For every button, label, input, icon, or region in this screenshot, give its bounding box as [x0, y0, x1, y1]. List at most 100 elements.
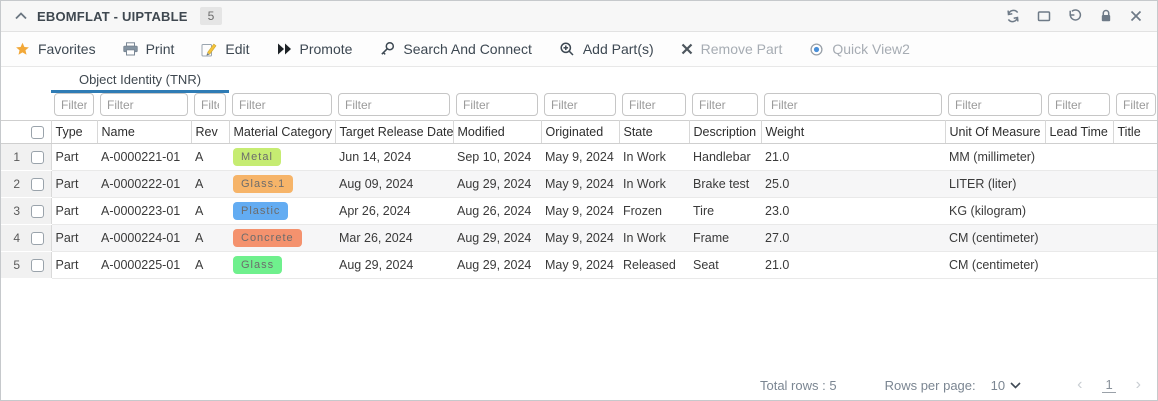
table-row[interactable]: 4 Part A-0000224-01 A Concrete Mar 26, 2…	[1, 225, 1158, 252]
table-row[interactable]: 2 Part A-0000222-01 A Glass.1 Aug 09, 20…	[1, 171, 1158, 198]
star-icon	[15, 42, 30, 56]
cell-rev: A	[191, 144, 229, 171]
toolbar-item-label: Favorites	[38, 41, 96, 57]
cell-originated: May 9, 2024	[541, 252, 619, 279]
search-and-connect-button[interactable]: Search And Connect	[379, 41, 531, 57]
cell-type: Part	[51, 225, 97, 252]
remove-part-button[interactable]: Remove Part	[681, 41, 783, 57]
rows-per-page-label: Rows per page:	[885, 378, 976, 393]
toolbar-item-label: Promote	[300, 41, 353, 57]
quick-view2-button[interactable]: Quick View2	[809, 41, 910, 57]
cell-title	[1113, 144, 1158, 171]
prev-page-button[interactable]: ‹	[1077, 377, 1082, 393]
table-row[interactable]: 1 Part A-0000221-01 A Metal Jun 14, 2024…	[1, 144, 1158, 171]
row-checkbox[interactable]	[31, 151, 44, 164]
title-bar: EBOMFLAT - UIPTABLE 5	[1, 1, 1157, 32]
row-checkbox[interactable]	[31, 259, 44, 272]
close-icon[interactable]	[1129, 9, 1143, 23]
cell-unit-of-measure: LITER (liter)	[945, 171, 1045, 198]
filter-input-target-release-date[interactable]	[338, 93, 450, 116]
table-row[interactable]: 5 Part A-0000225-01 A Glass Aug 29, 2024…	[1, 252, 1158, 279]
filter-input-modified[interactable]	[456, 93, 538, 116]
cell-name: A-0000222-01	[97, 171, 191, 198]
cell-material-category: Metal	[229, 144, 335, 171]
cell-unit-of-measure: MM (millimeter)	[945, 144, 1045, 171]
row-number: 2	[1, 171, 25, 198]
restore-window-icon[interactable]	[1036, 8, 1052, 24]
toolbar: Favorites Print Edit Promote	[1, 32, 1157, 67]
filter-input-type[interactable]	[54, 93, 94, 116]
row-checkbox[interactable]	[31, 232, 44, 245]
column-header-description[interactable]: Description	[689, 121, 761, 144]
cell-lead-time	[1045, 252, 1113, 279]
current-page[interactable]: 1	[1102, 377, 1115, 393]
filter-input-lead-time[interactable]	[1048, 93, 1110, 116]
app-window: EBOMFLAT - UIPTABLE 5	[0, 0, 1158, 401]
column-header-unit-of-measure[interactable]: Unit Of Measure	[945, 121, 1045, 144]
cell-originated: May 9, 2024	[541, 198, 619, 225]
undo-icon[interactable]	[1067, 8, 1083, 24]
favorites-button[interactable]: Favorites	[15, 41, 96, 57]
column-header-type[interactable]: Type	[51, 121, 97, 144]
table-row[interactable]: 3 Part A-0000223-01 A Plastic Apr 26, 20…	[1, 198, 1158, 225]
row-checkbox[interactable]	[31, 178, 44, 191]
next-page-button[interactable]: ›	[1136, 377, 1141, 393]
refresh-icon[interactable]	[1005, 8, 1021, 24]
edit-button[interactable]: Edit	[201, 41, 249, 57]
filter-spacer	[25, 90, 51, 121]
filter-input-rev[interactable]	[194, 93, 226, 116]
select-all-checkbox[interactable]	[31, 126, 44, 139]
column-header-lead-time[interactable]: Lead Time	[1045, 121, 1113, 144]
filter-input-title[interactable]	[1116, 93, 1156, 116]
edit-pencil-icon	[201, 42, 217, 57]
collapse-chevron-up-icon[interactable]	[15, 12, 27, 20]
cell-target-release-date: Jun 14, 2024	[335, 144, 453, 171]
cell-weight: 21.0	[761, 144, 945, 171]
filter-input-state[interactable]	[622, 93, 686, 116]
rows-per-page-value: 10	[991, 378, 1005, 393]
cell-lead-time	[1045, 171, 1113, 198]
radio-dot-icon	[809, 42, 824, 57]
cell-unit-of-measure: CM (centimeter)	[945, 225, 1045, 252]
chevron-down-icon	[1010, 382, 1021, 389]
cell-material-category: Plastic	[229, 198, 335, 225]
cell-weight: 27.0	[761, 225, 945, 252]
column-header-weight[interactable]: Weight	[761, 121, 945, 144]
promote-button[interactable]: Promote	[277, 41, 353, 57]
column-header-modified[interactable]: Modified	[453, 121, 541, 144]
column-header-name[interactable]: Name	[97, 121, 191, 144]
filter-input-name[interactable]	[100, 93, 188, 116]
filter-input-weight[interactable]	[764, 93, 942, 116]
filter-input-material-category[interactable]	[232, 93, 332, 116]
filter-input-description[interactable]	[692, 93, 758, 116]
print-button[interactable]: Print	[123, 41, 175, 57]
row-number: 3	[1, 198, 25, 225]
cell-material-category: Concrete	[229, 225, 335, 252]
rows-per-page-select[interactable]: 10	[991, 378, 1021, 393]
filter-row	[1, 90, 1158, 121]
filter-input-originated[interactable]	[544, 93, 616, 116]
column-header-rev[interactable]: Rev	[191, 121, 229, 144]
column-header-target-release-date[interactable]: Target Release Date	[335, 121, 453, 144]
row-checkbox[interactable]	[31, 205, 44, 218]
column-header-material-category[interactable]: Material Category	[229, 121, 335, 144]
material-badge: Glass.1	[233, 175, 293, 193]
cell-rev: A	[191, 171, 229, 198]
cell-state: Released	[619, 252, 689, 279]
header-checkbox-cell	[25, 121, 51, 144]
column-header-originated[interactable]: Originated	[541, 121, 619, 144]
material-badge: Concrete	[233, 229, 302, 247]
cell-title	[1113, 198, 1158, 225]
cell-name: A-0000221-01	[97, 144, 191, 171]
cell-description: Brake test	[689, 171, 761, 198]
double-arrow-right-icon	[277, 43, 292, 55]
column-header-state[interactable]: State	[619, 121, 689, 144]
filter-input-unit-of-measure[interactable]	[948, 93, 1042, 116]
cell-weight: 21.0	[761, 252, 945, 279]
lock-icon[interactable]	[1098, 8, 1114, 24]
material-badge: Metal	[233, 148, 281, 166]
column-header-title[interactable]: Title	[1113, 121, 1158, 144]
cell-originated: May 9, 2024	[541, 225, 619, 252]
page-title: EBOMFLAT - UIPTABLE	[37, 9, 188, 24]
add-parts-button[interactable]: Add Part(s)	[559, 41, 654, 57]
